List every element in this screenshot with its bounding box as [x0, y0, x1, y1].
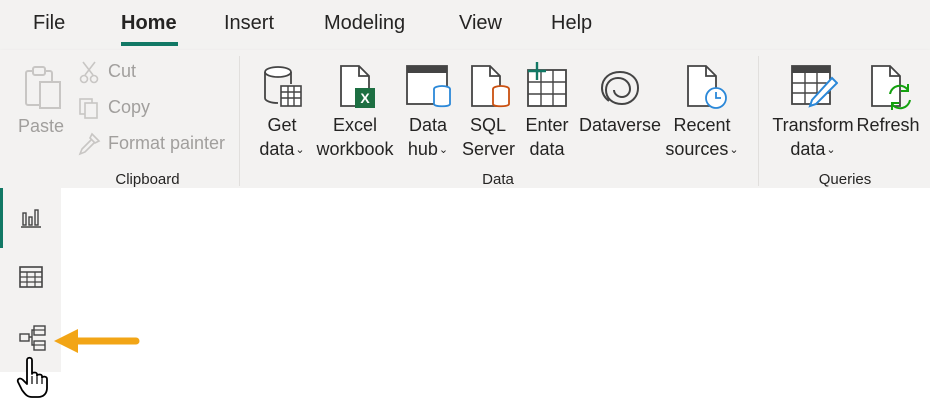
copy-button[interactable]: Copy [78, 94, 158, 124]
paste-label: Paste [17, 116, 65, 136]
get-data-label-1: Get [267, 115, 297, 135]
transform-data-button[interactable]: Transform data⌄ [770, 62, 856, 162]
group-label-queries: Queries [818, 171, 872, 188]
tab-modeling[interactable]: Modeling [324, 12, 405, 35]
table-view-button[interactable] [0, 248, 61, 308]
get-data-button[interactable]: Get data⌄ [252, 62, 312, 162]
ribbon: Paste Cut Copy Format painter Clipboard [0, 50, 930, 188]
scissors-icon [79, 61, 99, 84]
dataverse-button[interactable]: Dataverse [578, 62, 662, 162]
svg-text:X: X [360, 90, 370, 106]
recent-sources-label-1: Recent [673, 115, 731, 135]
transform-data-icon [791, 65, 838, 108]
copy-icon [79, 98, 98, 119]
sql-label-1: SQL [469, 115, 507, 135]
sql-server-icon [471, 65, 510, 108]
data-hub-label-2: hub⌄ [407, 139, 449, 159]
paste-button[interactable]: Paste [14, 62, 68, 142]
recent-sources-icon [687, 65, 727, 109]
excel-label-1: Excel [332, 115, 377, 135]
refresh-icon [871, 65, 911, 110]
ribbon-tab-bar: File Home Insert Modeling View Help [0, 0, 930, 50]
table-view-icon [19, 266, 43, 288]
enter-data-label-1: Enter [525, 115, 569, 135]
group-label-clipboard: Clipboard [115, 171, 180, 188]
sql-label-2: Server [462, 139, 516, 159]
data-hub-button[interactable]: Data hub⌄ [400, 62, 456, 162]
database-icon [264, 66, 302, 107]
recent-sources-button[interactable]: Recent sources⌄ [664, 62, 740, 162]
annotation-arrow-icon [54, 329, 140, 353]
report-view-button[interactable] [0, 188, 61, 248]
tab-help[interactable]: Help [551, 12, 592, 35]
format-painter-label: Format painter [108, 133, 226, 153]
excel-file-icon: X [340, 65, 375, 108]
cut-label: Cut [108, 61, 137, 81]
excel-workbook-button[interactable]: X Excel workbook [313, 62, 397, 162]
chevron-down-icon: ⌄ [729, 144, 739, 156]
transform-label-2: data⌄ [790, 139, 836, 159]
group-label-data: Data [482, 171, 514, 188]
report-canvas[interactable] [61, 188, 930, 404]
dataverse-icon [600, 71, 640, 106]
data-hub-label-1: Data [408, 115, 448, 135]
enter-data-icon [527, 62, 567, 107]
chevron-down-icon: ⌄ [826, 144, 836, 156]
chevron-down-icon: ⌄ [295, 144, 305, 156]
tab-insert[interactable]: Insert [224, 12, 274, 35]
model-view-icon [19, 325, 46, 351]
report-view-icon [21, 209, 41, 228]
enter-data-label-2: data [529, 139, 565, 159]
refresh-button[interactable]: Refresh [856, 62, 920, 162]
data-hub-icon [406, 65, 451, 108]
copy-label: Copy [108, 97, 151, 117]
dataverse-label: Dataverse [578, 115, 662, 135]
active-tab-indicator [121, 42, 178, 46]
transform-label-1: Transform [772, 115, 854, 135]
sql-server-button[interactable]: SQL Server [462, 62, 516, 162]
get-data-label-2: data⌄ [259, 139, 305, 159]
tab-view[interactable]: View [459, 12, 502, 35]
paste-icon [25, 66, 61, 109]
group-divider [239, 56, 240, 186]
excel-label-2: workbook [316, 139, 394, 159]
refresh-label: Refresh [856, 115, 920, 135]
format-painter-button[interactable]: Format painter [78, 130, 228, 160]
group-divider [758, 56, 759, 186]
recent-sources-label-2: sources⌄ [665, 139, 739, 159]
cut-button[interactable]: Cut [78, 58, 148, 88]
tab-file[interactable]: File [33, 12, 65, 35]
chevron-down-icon: ⌄ [438, 144, 449, 156]
hand-cursor-icon [16, 356, 48, 398]
tab-home[interactable]: Home [121, 12, 177, 35]
enter-data-button[interactable]: Enter data [522, 58, 572, 162]
format-painter-icon [78, 132, 101, 156]
